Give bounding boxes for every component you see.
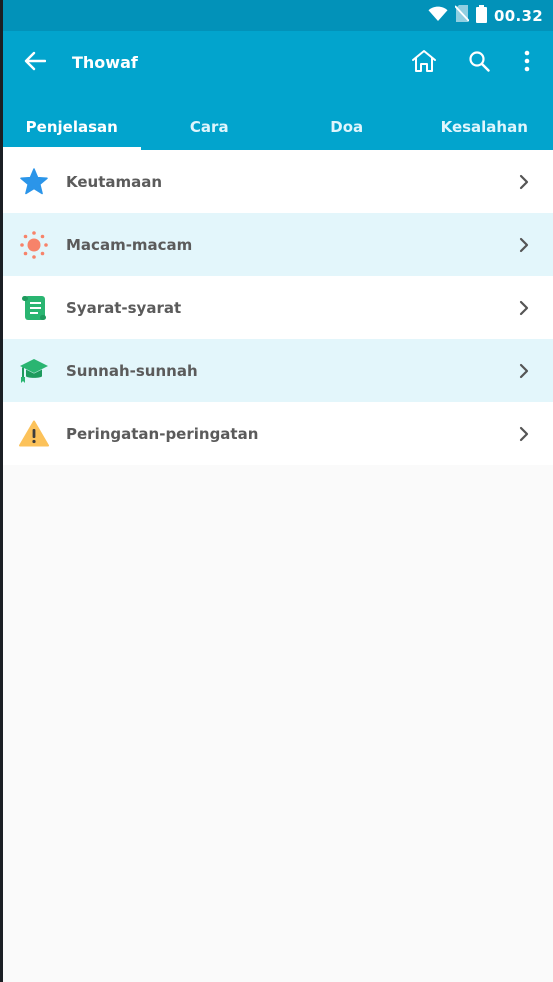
list-item-label: Sunnah-sunnah bbox=[66, 361, 198, 380]
tab-penjelasan[interactable]: Penjelasan bbox=[3, 104, 141, 150]
home-icon bbox=[411, 49, 437, 77]
graduation-cap-icon bbox=[19, 356, 49, 386]
tab-kesalahan[interactable]: Kesalahan bbox=[416, 104, 553, 150]
tab-cara[interactable]: Cara bbox=[141, 104, 279, 150]
list-item-keutamaan[interactable]: Keutamaan bbox=[3, 150, 553, 213]
back-arrow-icon bbox=[24, 51, 47, 75]
list-item-label: Macam-macam bbox=[66, 235, 193, 254]
chevron-right-icon bbox=[517, 298, 531, 318]
chevron-right-icon bbox=[517, 361, 531, 381]
list-item-label: Keutamaan bbox=[66, 172, 163, 191]
list-item-label: Peringatan-peringatan bbox=[66, 424, 259, 443]
page-title: Thowaf bbox=[72, 53, 138, 72]
chevron-right-icon bbox=[517, 235, 531, 255]
app-bar: Thowaf Penjelasan Cara Doa Kesalahan bbox=[3, 31, 553, 150]
tab-bar: Penjelasan Cara Doa Kesalahan bbox=[3, 104, 553, 150]
search-button[interactable] bbox=[464, 48, 494, 78]
list-item-syarat-syarat[interactable]: Syarat-syarat bbox=[3, 276, 553, 339]
tab-doa[interactable]: Doa bbox=[278, 104, 416, 150]
status-icons: 00.32 bbox=[428, 0, 543, 31]
status-bar: 00.32 bbox=[3, 0, 553, 31]
back-button[interactable] bbox=[20, 48, 50, 78]
chevron-right-icon bbox=[517, 424, 531, 444]
scroll-icon bbox=[19, 293, 49, 323]
no-sim-icon bbox=[454, 5, 470, 26]
status-time: 00.32 bbox=[494, 6, 543, 25]
more-options-button[interactable] bbox=[512, 48, 542, 78]
list-item-label: Syarat-syarat bbox=[66, 298, 182, 317]
star-icon bbox=[19, 167, 49, 197]
home-button[interactable] bbox=[409, 48, 439, 78]
battery-icon bbox=[476, 4, 488, 27]
sun-icon bbox=[19, 230, 49, 260]
topic-list: Keutamaan Macam-macam Syarat-syarat Sunn… bbox=[3, 150, 553, 465]
warning-icon bbox=[19, 419, 49, 449]
list-item-sunnah-sunnah[interactable]: Sunnah-sunnah bbox=[3, 339, 553, 402]
chevron-right-icon bbox=[517, 172, 531, 192]
list-item-peringatan-peringatan[interactable]: Peringatan-peringatan bbox=[3, 402, 553, 465]
more-vert-icon bbox=[524, 50, 530, 76]
wifi-icon bbox=[428, 6, 448, 26]
app-screen: 00.32 Thowaf Penjelasan Cara Doa Kesalah… bbox=[3, 0, 553, 982]
search-icon bbox=[468, 50, 490, 76]
list-item-macam-macam[interactable]: Macam-macam bbox=[3, 213, 553, 276]
